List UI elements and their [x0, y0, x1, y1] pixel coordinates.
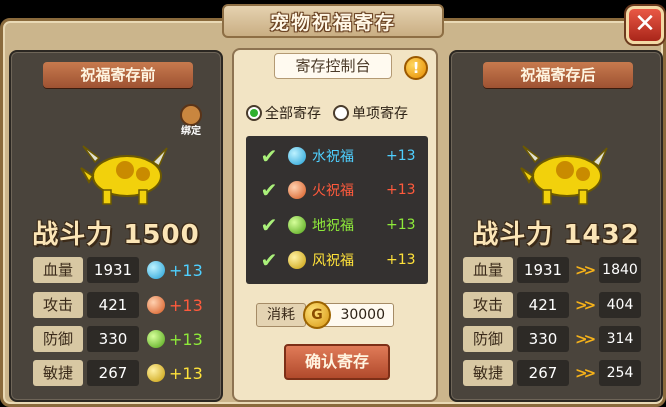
stat-label: 敏捷 [33, 360, 83, 386]
radio-single-label[interactable]: 单项寄存 [352, 103, 408, 123]
checkmark-icon[interactable]: ✔ [258, 214, 280, 236]
stat-value: 421 [517, 292, 569, 318]
stat-value: 267 [87, 360, 139, 386]
stat-value: 330 [517, 326, 569, 352]
stat-new-value: 254 [599, 360, 641, 386]
earth-gem-icon [288, 216, 306, 234]
stat-row-agility: 敏捷 267 +13 [33, 360, 203, 386]
stat-label: 攻击 [463, 292, 513, 318]
fire-gem-icon [288, 181, 306, 199]
stat-label: 血量 [463, 257, 513, 283]
after-stat-row-attack: 攻击 421 >> 404 [463, 292, 641, 318]
stat-value: 330 [87, 326, 139, 352]
stat-label: 血量 [33, 257, 83, 283]
stat-bonus: +13 [169, 363, 203, 383]
stat-new-value: 314 [599, 326, 641, 352]
stat-new-value: 1840 [599, 257, 641, 283]
close-icon: ✕ [634, 9, 656, 39]
pet-image [520, 145, 608, 205]
before-power: 战斗力 1500 [32, 220, 200, 250]
stat-label: 攻击 [33, 292, 83, 318]
blessing-bonus: +13 [386, 148, 416, 164]
stat-label: 防御 [463, 326, 513, 352]
control-panel-tab: 寄存控制台 [274, 53, 392, 79]
cost-value-box: G 30000 [303, 301, 394, 329]
blessing-bonus: +13 [386, 182, 416, 198]
pet-image [80, 145, 168, 205]
stat-row-attack: 攻击 421 +13 [33, 292, 203, 318]
water-gem-icon [147, 261, 165, 279]
stat-value: 421 [87, 292, 139, 318]
blessing-row-water[interactable]: ✔ 水祝福 +13 [246, 142, 428, 170]
stat-row-hp: 血量 1931 +13 [33, 257, 203, 283]
after-stat-row-defense: 防御 330 >> 314 [463, 326, 641, 352]
after-power: 战斗力 1432 [472, 220, 640, 250]
close-button[interactable]: ✕ [626, 6, 664, 44]
stat-bonus: +13 [169, 260, 203, 280]
bind-icon: 绑定 [178, 104, 204, 138]
title-ribbon: 宠物祝福寄存 [222, 4, 444, 38]
stat-value: 267 [517, 360, 569, 386]
wind-gem-icon [147, 364, 165, 382]
wind-gem-icon [288, 251, 306, 269]
stat-value: 1931 [87, 257, 139, 283]
after-panel-title: 祝福寄存后 [483, 62, 633, 88]
stat-bonus: +13 [169, 295, 203, 315]
double-arrow-icon: >> [575, 261, 596, 279]
radio-all-label[interactable]: 全部寄存 [265, 103, 321, 123]
stat-row-defense: 防御 330 +13 [33, 326, 203, 352]
radio-all[interactable] [246, 105, 262, 121]
stat-bonus: +13 [169, 329, 203, 349]
blessing-name: 风祝福 [312, 253, 354, 269]
deposit-mode-group: 全部寄存 单项寄存 [246, 102, 436, 124]
blessing-row-fire[interactable]: ✔ 火祝福 +13 [246, 176, 428, 204]
after-stat-row-agility: 敏捷 267 >> 254 [463, 360, 641, 386]
before-panel: 祝福寄存前 绑定 战斗力 1500 血量 1931 +13 攻击 421 +13… [9, 50, 223, 402]
earth-gem-icon [147, 330, 165, 348]
stat-new-value: 404 [599, 292, 641, 318]
checkmark-icon[interactable]: ✔ [258, 179, 280, 201]
stat-value: 1931 [517, 257, 569, 283]
blessing-row-wind[interactable]: ✔ 风祝福 +13 [246, 246, 428, 274]
before-panel-title: 祝福寄存前 [43, 62, 193, 88]
blessing-bonus: +13 [386, 252, 416, 268]
bind-ring-icon [180, 104, 202, 126]
control-panel: 寄存控制台 ! 全部寄存 单项寄存 ✔ 水祝福 +13 ✔ 火祝福 +13 ✔ … [232, 48, 438, 402]
warning-icon[interactable]: ! [404, 56, 428, 80]
stat-label: 敏捷 [463, 360, 513, 386]
dialog-title: 宠物祝福寄存 [269, 11, 396, 34]
water-gem-icon [288, 147, 306, 165]
double-arrow-icon: >> [575, 364, 596, 382]
blessing-row-earth[interactable]: ✔ 地祝福 +13 [246, 211, 428, 239]
checkmark-icon[interactable]: ✔ [258, 249, 280, 271]
blessing-name: 水祝福 [312, 149, 354, 165]
after-panel: 祝福寄存后 战斗力 1432 血量 1931 >> 1840 攻击 421 >>… [449, 50, 663, 402]
blessing-bonus: +13 [386, 217, 416, 233]
bind-label: 绑定 [181, 126, 201, 137]
stat-label: 防御 [33, 326, 83, 352]
cost-value: 30000 [340, 307, 385, 323]
fire-gem-icon [147, 296, 165, 314]
blessing-name: 地祝福 [312, 218, 354, 234]
radio-single[interactable] [333, 105, 349, 121]
double-arrow-icon: >> [575, 296, 596, 314]
cost-row: 消耗 G 30000 [256, 301, 394, 329]
cost-label: 消耗 [256, 303, 306, 327]
after-stat-row-hp: 血量 1931 >> 1840 [463, 257, 641, 283]
confirm-deposit-button[interactable]: 确认寄存 [284, 344, 390, 380]
checkmark-icon[interactable]: ✔ [258, 145, 280, 167]
double-arrow-icon: >> [575, 330, 596, 348]
blessing-list: ✔ 水祝福 +13 ✔ 火祝福 +13 ✔ 地祝福 +13 ✔ 风祝福 +13 [246, 136, 428, 284]
gold-coin-icon: G [303, 301, 331, 329]
blessing-name: 火祝福 [312, 183, 354, 199]
